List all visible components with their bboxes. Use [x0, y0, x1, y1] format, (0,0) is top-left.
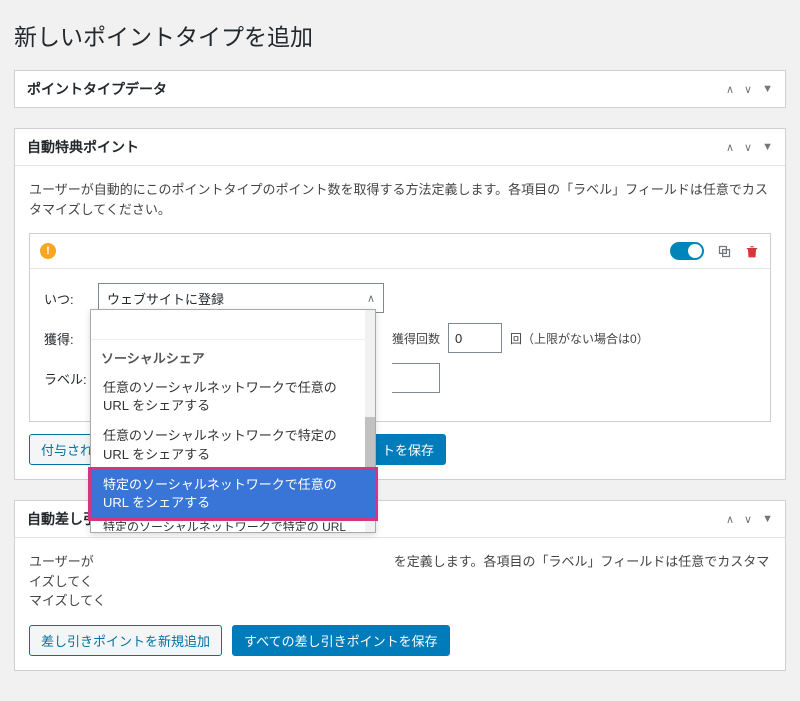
when-select-value: ウェブサイトに登録: [107, 289, 224, 308]
chevron-up-icon[interactable]: ∧: [726, 513, 734, 526]
add-deduct-button[interactable]: 差し引きポイントを新規追加: [29, 625, 222, 656]
when-label: いつ:: [44, 289, 90, 308]
panel-description: ユーザーがを定義します。各項目の「ラベル」フィールドは任意でカスタマイズしてく …: [29, 552, 771, 611]
chevron-down-icon[interactable]: ∨: [744, 141, 752, 154]
save-awards-button[interactable]: トを保存: [370, 434, 446, 465]
enable-toggle[interactable]: [670, 242, 704, 260]
when-dropdown: ソーシャルシェア 任意のソーシャルネットワークで任意の URL をシェアする 任…: [90, 309, 376, 533]
panel-auto-award-points: 自動特典ポイント ∧ ∨ ▼ ユーザーが自動的にこのポイントタイプのポイント数を…: [14, 128, 786, 480]
chevron-up-icon: ∧: [367, 292, 375, 305]
panel-title: 自動特典ポイント: [27, 137, 726, 157]
warning-icon: !: [40, 243, 56, 259]
trash-icon[interactable]: [744, 243, 760, 259]
caret-down-icon[interactable]: ▼: [762, 141, 773, 154]
dropdown-group-label: ソーシャルシェア: [91, 340, 375, 373]
panel-point-type-data: ポイントタイプデータ ∧ ∨ ▼: [14, 70, 786, 108]
save-deducts-button[interactable]: すべての差し引きポイントを保存: [232, 625, 450, 656]
caret-down-icon[interactable]: ▼: [762, 513, 773, 526]
max-times-label: 獲得回数: [392, 330, 440, 347]
chevron-up-icon[interactable]: ∧: [726, 83, 734, 96]
caret-down-icon[interactable]: ▼: [762, 83, 773, 96]
max-times-input[interactable]: 0: [448, 323, 502, 353]
label-input[interactable]: [392, 363, 440, 393]
page-title: 新しいポイントタイプを追加: [14, 18, 786, 52]
panel-title: ポイントタイプデータ: [27, 79, 726, 99]
copy-icon[interactable]: [716, 243, 732, 259]
dropdown-option[interactable]: 任意のソーシャルネットワークで特定の URL をシェアする: [91, 421, 375, 469]
dropdown-option[interactable]: 任意のソーシャルネットワークで任意の URL をシェアする: [91, 373, 375, 421]
chevron-up-icon[interactable]: ∧: [726, 141, 734, 154]
award-item: ! いつ:: [29, 233, 771, 422]
dropdown-option-selected[interactable]: 特定のソーシャルネットワークで任意の URL をシェアする: [91, 470, 375, 518]
panel-description: ユーザーが自動的にこのポイントタイプのポイント数を取得する方法定義します。各項目…: [29, 180, 771, 219]
earn-label: 獲得:: [44, 329, 90, 348]
chevron-down-icon[interactable]: ∨: [744, 513, 752, 526]
chevron-down-icon[interactable]: ∨: [744, 83, 752, 96]
label-label: ラベル:: [44, 369, 90, 388]
max-times-suffix: 回（上限がない場合は0）: [510, 330, 649, 347]
